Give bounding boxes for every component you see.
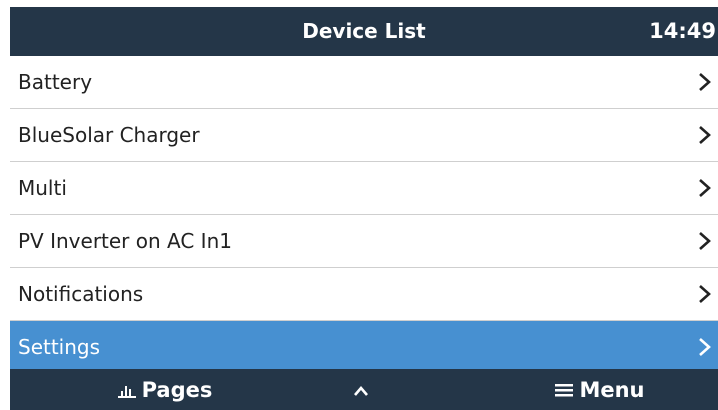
device-list: Battery BlueSolar Charger Multi PV Inver…: [10, 56, 718, 373]
menu-label: Menu: [579, 377, 645, 402]
bar-chart-icon: [117, 382, 136, 398]
list-item-notifications[interactable]: Notifications: [10, 268, 718, 321]
chevron-right-icon: [698, 284, 712, 304]
chevron-right-icon: [698, 178, 712, 198]
hamburger-menu-icon: [555, 382, 574, 398]
chevron-right-icon: [698, 231, 712, 251]
chevron-right-icon: [698, 72, 712, 92]
list-item-label: Notifications: [18, 282, 144, 306]
chevron-up-icon: [353, 378, 369, 402]
list-item-settings[interactable]: Settings: [10, 321, 718, 373]
chevron-right-icon: [698, 337, 712, 357]
list-item-label: Settings: [18, 335, 101, 359]
list-item-multi[interactable]: Multi: [10, 162, 718, 215]
device-list-screen: Device List 14:49 Battery BlueSolar Char…: [0, 0, 718, 410]
list-item-label: BlueSolar Charger: [18, 123, 200, 147]
pages-label: Pages: [141, 377, 213, 402]
menu-button[interactable]: Menu: [530, 369, 670, 410]
list-item-label: Battery: [18, 70, 93, 94]
page-title: Device List: [302, 19, 426, 43]
list-item-pv-inverter[interactable]: PV Inverter on AC In1: [10, 215, 718, 268]
list-item-battery[interactable]: Battery: [10, 56, 718, 109]
list-item-bluesolar-charger[interactable]: BlueSolar Charger: [10, 109, 718, 162]
list-item-label: PV Inverter on AC In1: [18, 229, 232, 253]
scroll-up-button[interactable]: [331, 369, 391, 410]
chevron-right-icon: [698, 125, 712, 145]
footer-bar: Pages Menu: [10, 369, 718, 410]
pages-button[interactable]: Pages: [90, 369, 240, 410]
clock-time: 14:49: [649, 19, 716, 43]
header-bar: Device List 14:49: [10, 7, 718, 56]
list-item-label: Multi: [18, 176, 67, 200]
